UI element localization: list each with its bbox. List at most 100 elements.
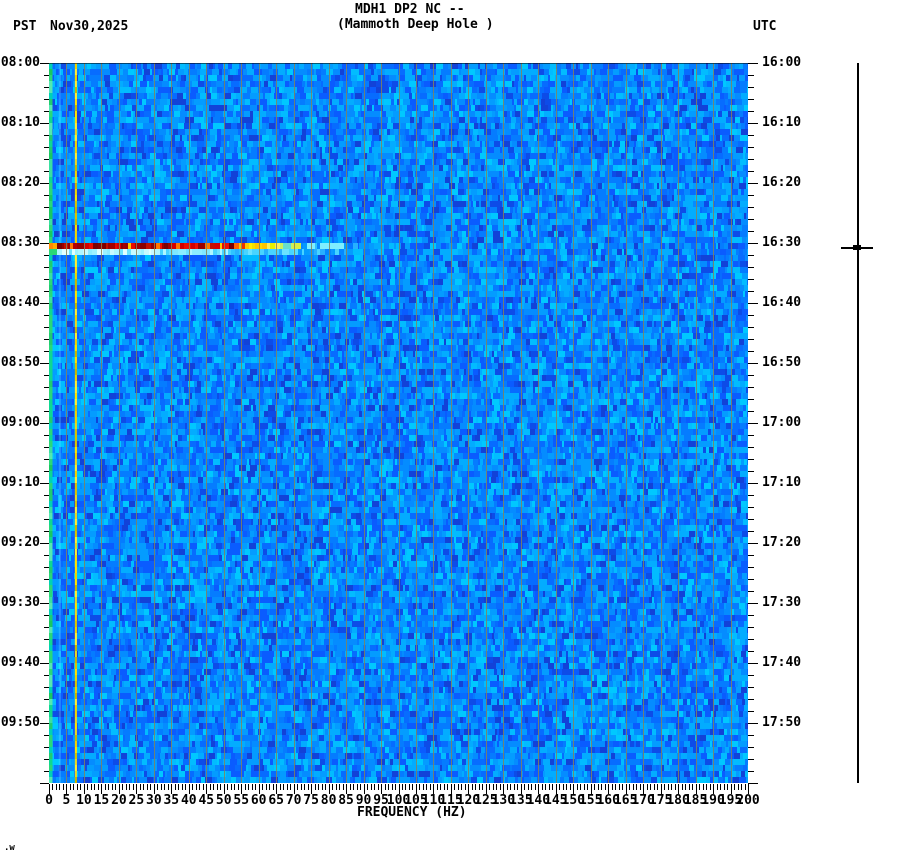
axis-tick	[506, 784, 508, 790]
axis-tick	[748, 555, 754, 556]
axis-tick	[220, 784, 222, 790]
axis-tick	[297, 784, 299, 790]
freq-tick-label: 30	[146, 793, 162, 808]
axis-tick	[576, 784, 578, 790]
axis-tick	[307, 784, 309, 790]
axis-tick	[583, 784, 585, 790]
freq-tick-label: 35	[163, 793, 180, 808]
axis-tick	[143, 784, 145, 790]
axis-tick	[44, 291, 49, 292]
axis-tick	[40, 723, 49, 724]
axis-tick	[748, 675, 754, 676]
axis-tick	[367, 784, 369, 790]
axis-tick	[748, 447, 754, 448]
axis-tick	[332, 784, 334, 790]
axis-tick	[44, 399, 49, 400]
axis-tick	[139, 784, 141, 790]
left-time-label: 09:20	[0, 535, 40, 550]
axis-tick	[748, 531, 754, 532]
axis-tick	[492, 784, 494, 790]
axis-tick	[40, 483, 49, 484]
axis-tick	[44, 675, 49, 676]
axis-tick	[748, 663, 758, 664]
axis-tick	[419, 784, 421, 790]
axis-tick	[681, 784, 683, 790]
axis-tick	[748, 603, 758, 604]
axis-tick	[185, 784, 187, 790]
right-time-label: 17:30	[762, 595, 802, 610]
axis-tick	[457, 784, 459, 790]
axis-tick	[44, 459, 49, 460]
axis-tick	[150, 784, 152, 790]
axis-tick	[748, 423, 758, 424]
axis-tick	[40, 243, 49, 244]
left-time-label: 09:10	[0, 475, 40, 490]
trace-event-blob	[853, 245, 861, 250]
axis-tick	[178, 784, 180, 790]
axis-tick	[44, 147, 49, 148]
left-time-label: 08:00	[0, 55, 40, 70]
axis-tick	[741, 784, 742, 790]
axis-tick	[279, 784, 281, 790]
axis-tick	[44, 195, 49, 196]
axis-tick	[454, 784, 456, 790]
left-time-label: 08:10	[0, 115, 40, 130]
axis-tick	[111, 784, 113, 790]
axis-tick	[40, 663, 49, 664]
left-time-label: 08:50	[0, 355, 40, 370]
right-time-label: 17:10	[762, 475, 802, 490]
axis-tick	[356, 784, 358, 790]
axis-tick	[748, 399, 754, 400]
axis-tick	[748, 147, 754, 148]
axis-tick	[496, 784, 498, 790]
axis-tick	[471, 784, 473, 790]
axis-tick	[401, 784, 403, 790]
left-time-label: 08:40	[0, 295, 40, 310]
axis-tick	[304, 784, 306, 790]
axis-tick	[748, 651, 754, 652]
axis-tick	[262, 784, 264, 790]
axis-tick	[405, 784, 407, 790]
right-time-label: 16:00	[762, 55, 802, 70]
axis-tick	[653, 784, 655, 790]
axis-tick	[531, 784, 533, 790]
axis-tick	[541, 784, 543, 790]
right-time-label: 16:10	[762, 115, 802, 130]
axis-tick	[87, 784, 89, 790]
axis-tick	[255, 784, 257, 790]
axis-tick	[748, 255, 754, 256]
axis-tick	[478, 784, 480, 790]
axis-tick	[723, 784, 725, 790]
axis-tick	[44, 687, 49, 688]
axis-tick	[160, 784, 162, 790]
axis-tick	[237, 784, 239, 790]
axis-tick	[69, 784, 71, 790]
axis-tick	[104, 784, 106, 790]
axis-tick	[94, 784, 96, 790]
axis-tick	[657, 784, 659, 790]
axis-tick	[44, 519, 49, 520]
freq-tick-label: 60	[250, 793, 267, 808]
freq-tick-label: 70	[285, 793, 302, 808]
axis-tick	[391, 784, 393, 790]
freq-tick-label: 10	[76, 793, 92, 808]
page-title: MDH1 DP2 NC --	[355, 2, 465, 17]
axis-tick	[748, 63, 758, 64]
axis-tick	[213, 784, 215, 790]
axis-tick	[195, 784, 197, 790]
axis-tick	[353, 784, 355, 790]
axis-tick	[283, 784, 285, 790]
axis-tick	[748, 747, 754, 748]
axis-tick	[629, 784, 631, 790]
axis-tick	[40, 63, 49, 64]
axis-tick	[44, 579, 49, 580]
axis-tick	[62, 784, 64, 790]
axis-tick	[748, 195, 754, 196]
axis-tick	[360, 784, 362, 790]
axis-tick	[534, 784, 536, 790]
axis-tick	[748, 543, 758, 544]
axis-tick	[748, 699, 754, 700]
axis-tick	[384, 784, 386, 790]
axis-tick	[499, 784, 501, 790]
axis-tick	[748, 639, 754, 640]
